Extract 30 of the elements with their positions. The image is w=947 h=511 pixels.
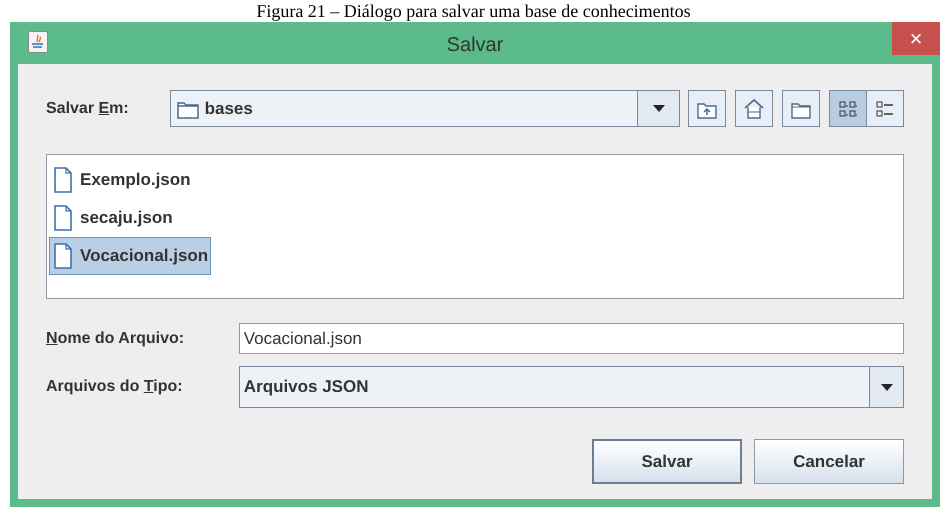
folder-combo[interactable]: bases [170,90,680,127]
dialog-button[interactable]: Cancelar [754,439,904,484]
home-icon [743,98,765,120]
toolbar-button[interactable] [735,90,773,127]
field-label: Arquivos do Tipo: [46,377,184,397]
toolbar-button[interactable] [782,90,820,127]
file-name-field[interactable]: Vocacional.json [238,323,904,354]
caret-icon [880,382,894,392]
field-label: Salvar Em: [46,98,130,118]
caret-icon [652,104,666,113]
close-button[interactable]: × [892,22,940,55]
figure-caption: Figura 21 – Diálogo para salvar uma base de conhecimentos [256,0,691,22]
dialog-button[interactable]: Salvar [592,439,742,484]
file-item[interactable]: Exemplo.json [49,161,194,199]
file-icon [54,167,72,193]
field-label: Nome do Arquivo: [46,328,186,348]
file-icon [54,243,72,269]
file-type-combo[interactable]: Arquivos JSON [238,366,904,408]
toolbar-button[interactable] [829,90,867,127]
file-type-value: Arquivos JSON [244,376,370,398]
file-icon [54,205,72,231]
window-title: Salvar [446,33,504,58]
file-item[interactable]: Vocacional.json [49,237,212,275]
file-item[interactable]: secaju.json [49,199,176,237]
java-icon [28,31,48,53]
dropdown-button[interactable] [869,367,903,407]
toolbar-button[interactable] [866,90,904,127]
toolbar-button[interactable] [688,90,726,127]
dropdown-button[interactable] [637,91,679,126]
folder-name: bases [204,98,254,120]
